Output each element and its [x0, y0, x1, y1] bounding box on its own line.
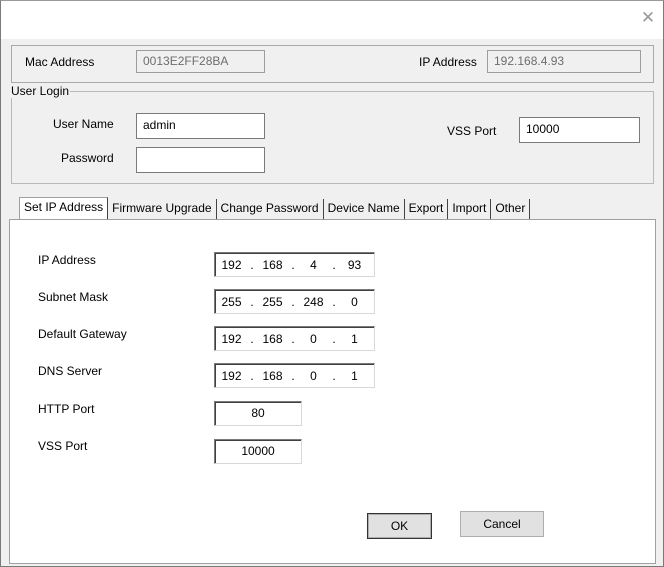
- ip-dot: .: [250, 331, 254, 346]
- ip-dot: .: [332, 294, 336, 309]
- http-port-input[interactable]: 80: [214, 401, 302, 426]
- mac-address-label: Mac Address: [25, 55, 95, 69]
- ip-octet-4[interactable]: 93: [338, 258, 371, 272]
- password-label: Password: [61, 151, 114, 165]
- tab-strip: Set IP Address Firmware Upgrade Change P…: [19, 197, 531, 219]
- subnet-mask-input[interactable]: 255 . 255 . 248 . 0: [214, 289, 375, 314]
- default-gateway-input[interactable]: 192 . 168 . 0 . 1: [214, 326, 375, 351]
- dialog-window: ✕ Mac Address 0013E2FF28BA IP Address 19…: [0, 0, 664, 567]
- ip-octet-2[interactable]: 168: [256, 258, 289, 272]
- subnet-octet-3[interactable]: 248: [297, 295, 330, 309]
- dns-server-label: DNS Server: [38, 364, 103, 378]
- set-ip-address-panel: IP Address 192 . 168 . 4 . 93 Subnet Mas…: [9, 219, 656, 564]
- ip-octet-1[interactable]: 192: [215, 258, 248, 272]
- username-label: User Name: [53, 117, 114, 131]
- close-icon[interactable]: ✕: [637, 7, 659, 29]
- ok-button[interactable]: OK: [367, 513, 432, 539]
- http-port-label: HTTP Port: [38, 402, 95, 416]
- net-ip-address-label: IP Address: [38, 253, 96, 267]
- tab-device-name[interactable]: Device Name: [323, 199, 405, 219]
- dialog-client-area: Mac Address 0013E2FF28BA IP Address 192.…: [1, 39, 663, 566]
- username-input[interactable]: admin: [136, 113, 265, 139]
- net-vss-port-label: VSS Port: [38, 439, 88, 453]
- title-bar: ✕: [1, 1, 663, 39]
- net-vss-port-input[interactable]: 10000: [214, 439, 302, 464]
- cancel-button[interactable]: Cancel: [460, 511, 544, 537]
- tab-other[interactable]: Other: [491, 199, 531, 219]
- tab-import[interactable]: Import: [448, 199, 492, 219]
- ip-dot: .: [250, 368, 254, 383]
- login-vss-port-label: VSS Port: [447, 124, 497, 138]
- gateway-octet-3[interactable]: 0: [297, 332, 330, 346]
- ip-dot: .: [291, 368, 295, 383]
- login-vss-port-input[interactable]: 10000: [519, 117, 640, 143]
- mac-address-field: 0013E2FF28BA: [136, 50, 265, 73]
- ip-dot: .: [250, 294, 254, 309]
- dns-octet-3[interactable]: 0: [297, 369, 330, 383]
- subnet-mask-label: Subnet Mask: [38, 290, 109, 304]
- dns-octet-2[interactable]: 168: [256, 369, 289, 383]
- subnet-octet-4[interactable]: 0: [338, 295, 371, 309]
- tab-firmware-upgrade[interactable]: Firmware Upgrade: [108, 199, 217, 219]
- tab-change-password[interactable]: Change Password: [216, 199, 324, 219]
- ip-dot: .: [291, 331, 295, 346]
- dns-octet-4[interactable]: 1: [338, 369, 371, 383]
- password-input[interactable]: [136, 147, 265, 173]
- ip-dot: .: [332, 257, 336, 272]
- ip-address-label: IP Address: [419, 55, 477, 69]
- gateway-octet-4[interactable]: 1: [338, 332, 371, 346]
- gateway-octet-2[interactable]: 168: [256, 332, 289, 346]
- gateway-octet-1[interactable]: 192: [215, 332, 248, 346]
- ip-dot: .: [332, 368, 336, 383]
- subnet-octet-1[interactable]: 255: [215, 295, 248, 309]
- tab-export[interactable]: Export: [404, 199, 449, 219]
- ip-dot: .: [332, 331, 336, 346]
- dns-octet-1[interactable]: 192: [215, 369, 248, 383]
- default-gateway-label: Default Gateway: [38, 327, 127, 341]
- ip-dot: .: [291, 294, 295, 309]
- ip-octet-3[interactable]: 4: [297, 258, 330, 272]
- ip-dot: .: [250, 257, 254, 272]
- ip-address-field: 192.168.4.93: [487, 50, 641, 73]
- user-login-group-title: User Login: [10, 84, 71, 98]
- subnet-octet-2[interactable]: 255: [256, 295, 289, 309]
- dns-server-input[interactable]: 192 . 168 . 0 . 1: [214, 363, 375, 388]
- tab-set-ip-address[interactable]: Set IP Address: [19, 197, 109, 219]
- ip-address-input[interactable]: 192 . 168 . 4 . 93: [214, 252, 375, 277]
- ip-dot: .: [291, 257, 295, 272]
